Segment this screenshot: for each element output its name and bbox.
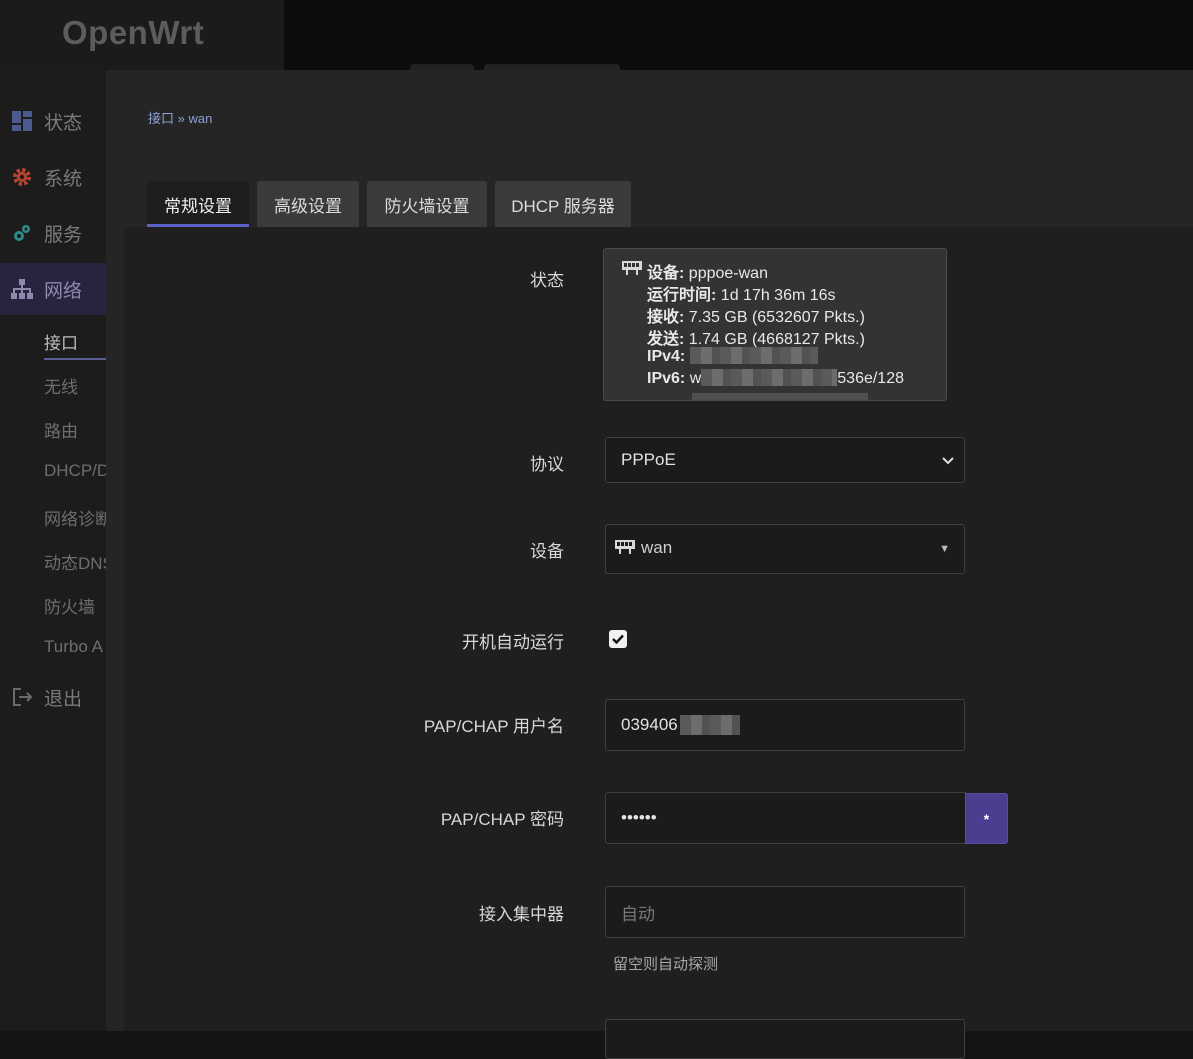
device-label: 设备 — [530, 537, 564, 562]
autostart-checkbox[interactable] — [609, 630, 627, 648]
triangle-down-icon: ▼ — [939, 543, 950, 555]
tab-general[interactable]: 常规设置 — [147, 181, 249, 227]
sidebar-subitem-turbo[interactable]: Turbo A — [44, 637, 103, 657]
username-label: PAP/CHAP 用户名 — [424, 712, 564, 737]
autostart-label: 开机自动运行 — [462, 628, 564, 653]
redacted-ipv4 — [690, 347, 818, 364]
username-input[interactable]: 039406 — [605, 699, 965, 751]
sidebar-item-system[interactable]: 系统 — [0, 151, 106, 203]
status-tx-value: 1.74 GB (4668127 Pkts.) — [689, 331, 865, 348]
reveal-password-button[interactable]: * — [965, 793, 1008, 844]
redacted-ipv6 — [701, 369, 837, 386]
tab-firewall[interactable]: 防火墙设置 — [367, 181, 487, 227]
status-ipv6-suffix: 536e/128 — [837, 370, 904, 387]
sidebar-item-services[interactable]: 服务 — [0, 207, 106, 259]
password-label: PAP/CHAP 密码 — [441, 805, 564, 830]
status-ipv6-prefix: w — [690, 370, 702, 387]
redacted-ipv6-overflow — [692, 393, 868, 400]
concentrator-input[interactable]: 自动 — [605, 886, 965, 938]
status-label: 状态 — [530, 266, 564, 291]
check-icon — [612, 634, 624, 644]
sidebar-item-network[interactable]: 网络 — [0, 263, 106, 315]
network-device-icon — [615, 539, 635, 560]
top-bar — [284, 0, 1193, 70]
network-tree-icon — [0, 278, 44, 300]
concentrator-placeholder: 自动 — [606, 900, 655, 925]
sidebar-subitem-dhcp[interactable]: DHCP/D — [44, 461, 106, 481]
sidebar-item-logout[interactable]: 退出 — [0, 671, 106, 723]
sidebar-subitem-firewall[interactable]: 防火墙 — [44, 593, 95, 618]
tab-dhcp-server[interactable]: DHCP 服务器 — [495, 181, 631, 227]
protocol-label: 协议 — [530, 450, 564, 475]
sidebar-subitem-diagnostics[interactable]: 网络诊断 — [44, 505, 106, 530]
device-value: wan — [641, 538, 672, 557]
next-field-input[interactable] — [605, 1019, 965, 1059]
sidebar-subitem-routes[interactable]: 路由 — [44, 417, 78, 442]
status-tx-key: 发送: — [647, 331, 684, 348]
sidebar-item-label: 网络 — [44, 276, 82, 303]
status-uptime-value: 1d 17h 36m 16s — [721, 287, 836, 304]
dashboard-icon — [0, 110, 44, 132]
sidebar-item-label: 状态 — [44, 108, 82, 135]
protocol-select[interactable]: PPPoE — [605, 437, 965, 483]
concentrator-label: 接入集中器 — [479, 900, 564, 925]
sidebar-item-label: 系统 — [44, 164, 82, 191]
sidebar-item-status[interactable]: 状态 — [0, 95, 106, 147]
logo-area: OpenWrt — [0, 0, 284, 70]
protocol-value: PPPoE — [606, 450, 676, 470]
puzzle-icon — [0, 222, 44, 244]
logout-icon — [0, 686, 44, 708]
openwrt-logo: OpenWrt — [62, 14, 204, 52]
sidebar-item-label: 退出 — [44, 684, 82, 711]
sidebar-subitem-wireless[interactable]: 无线 — [44, 373, 78, 398]
password-input[interactable]: •••••• — [605, 792, 966, 844]
status-ipv6-key: IPv6: — [647, 370, 685, 387]
active-subitem-underline — [44, 358, 106, 360]
gear-icon — [0, 166, 44, 188]
sidebar: 状态 系统 服务 网络 接口 无线 路由 DHCP/D 网络诊断 动态DNS 防… — [0, 70, 106, 1031]
status-device-key: 设备: — [647, 265, 684, 282]
status-ipv4-key: IPv4: — [647, 348, 685, 365]
chevron-down-icon — [942, 450, 954, 470]
status-uptime-key: 运行时间: — [647, 287, 716, 304]
network-device-icon — [622, 260, 642, 281]
sidebar-item-label: 服务 — [44, 220, 82, 247]
interface-status-box: 设备: pppoe-wan 运行时间: 1d 17h 36m 16s 接收: 7… — [603, 248, 947, 401]
device-select[interactable]: wan ▼ — [605, 524, 965, 574]
breadcrumb[interactable]: 接口 » wan — [148, 108, 212, 127]
tab-advanced[interactable]: 高级设置 — [257, 181, 359, 227]
status-device-value: pppoe-wan — [689, 265, 768, 282]
sidebar-subitem-ddns[interactable]: 动态DNS — [44, 549, 106, 574]
password-value: •••••• — [606, 808, 657, 828]
username-value: 039406 — [606, 715, 678, 735]
status-rx-key: 接收: — [647, 309, 684, 326]
redacted-username — [680, 715, 740, 735]
status-rx-value: 7.35 GB (6532607 Pkts.) — [689, 309, 865, 326]
concentrator-hint: 留空则自动探测 — [613, 953, 718, 974]
sidebar-subitem-interfaces[interactable]: 接口 — [44, 329, 78, 354]
